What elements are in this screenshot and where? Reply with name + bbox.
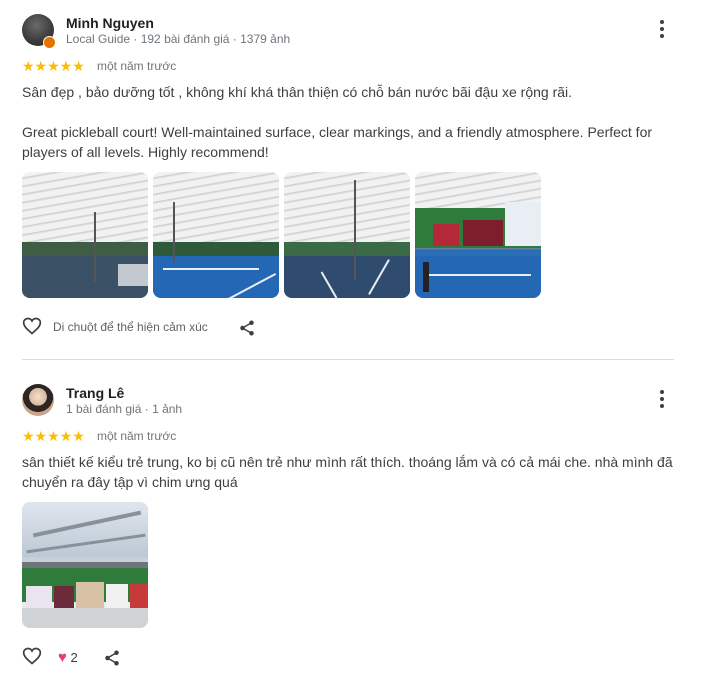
review-header: Minh Nguyen Local Guide · 192 bài đánh g… (22, 12, 674, 52)
like-count[interactable]: ♥ 2 (58, 649, 78, 666)
review-photo[interactable] (22, 172, 148, 298)
review-actions: ♥ 2 (22, 642, 674, 672)
share-icon[interactable] (103, 649, 121, 667)
local-guide-badge-icon (43, 36, 56, 49)
heart-filled-icon: ♥ (58, 649, 67, 666)
rating-row: ★★★★★ một năm trước (22, 58, 674, 78)
share-icon[interactable] (238, 319, 256, 337)
review-date: một năm trước (97, 429, 177, 443)
review-actions: Di chuột để thể hiện cảm xúc (22, 312, 674, 342)
review-text: Sân đẹp , bảo dưỡng tốt , không khí khá … (22, 82, 674, 162)
like-count-value: 2 (70, 650, 78, 665)
review-text-body: sân thiết kế kiểu trẻ trung, ko bị cũ nê… (22, 454, 673, 490)
react-hint: Di chuột để thể hiện cảm xúc (53, 320, 208, 334)
review-text: sân thiết kế kiểu trẻ trung, ko bị cũ nê… (22, 452, 674, 492)
more-options-icon[interactable] (660, 20, 664, 38)
review-photo[interactable] (284, 172, 410, 298)
review-text-vi: Sân đẹp , bảo dưỡng tốt , không khí khá … (22, 84, 573, 100)
review-date: một năm trước (97, 59, 177, 73)
more-options-icon[interactable] (660, 390, 664, 408)
review-photo[interactable] (153, 172, 279, 298)
review-divider (22, 359, 674, 360)
review-text-en: Great pickleball court! Well-maintained … (22, 124, 653, 160)
review-header: Trang Lê 1 bài đánh giá · 1 ảnh (22, 382, 674, 422)
author-meta: 1 bài đánh giá · 1 ảnh (66, 402, 183, 416)
heart-outline-icon[interactable] (22, 316, 42, 336)
author-meta: Local Guide · 192 bài đánh giá · 1379 ản… (66, 32, 291, 46)
review-card: Trang Lê 1 bài đánh giá · 1 ảnh ★★★★★ mộ… (22, 382, 674, 672)
star-rating: ★★★★★ (22, 428, 85, 444)
review-photo[interactable] (415, 172, 541, 298)
rating-row: ★★★★★ một năm trước (22, 428, 674, 448)
heart-outline-icon[interactable] (22, 646, 42, 666)
review-photo[interactable] (22, 502, 148, 628)
author-name[interactable]: Trang Lê (66, 385, 124, 401)
author-name[interactable]: Minh Nguyen (66, 15, 154, 31)
review-card: Minh Nguyen Local Guide · 192 bài đánh g… (22, 12, 674, 342)
avatar[interactable] (22, 384, 54, 416)
photo-strip (22, 172, 674, 298)
star-rating: ★★★★★ (22, 58, 85, 74)
